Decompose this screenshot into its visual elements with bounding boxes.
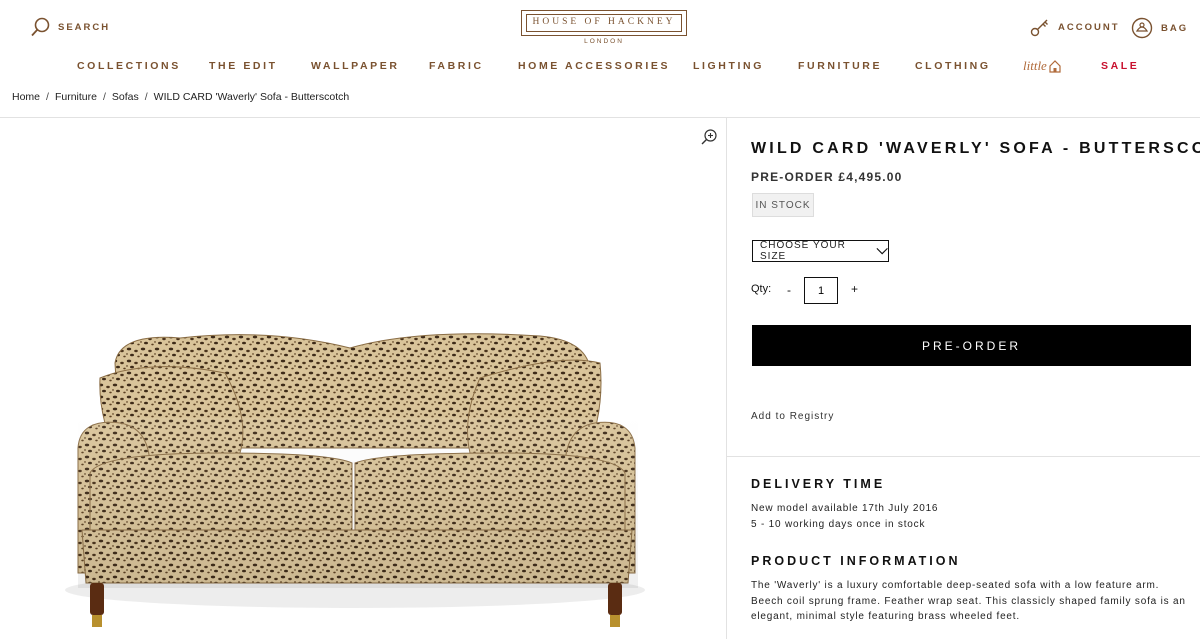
nav-item-wallpaper[interactable]: WALLPAPER: [311, 60, 400, 72]
nav-item-little[interactable]: little: [1023, 58, 1061, 74]
bag-button[interactable]: BAG: [1131, 17, 1188, 39]
product-image[interactable]: [0, 118, 726, 639]
main-nav: COLLECTIONS THE EDIT WALLPAPER FABRIC HO…: [0, 58, 1200, 76]
chevron-down-icon: [876, 247, 888, 255]
divider: [726, 117, 727, 639]
preorder-button[interactable]: PRE-ORDER: [752, 325, 1191, 366]
size-select[interactable]: CHOOSE YOUR SIZE: [752, 240, 889, 262]
nav-item-collections[interactable]: COLLECTIONS: [77, 60, 181, 72]
logo-subtitle: LONDON: [584, 38, 624, 45]
search-label: SEARCH: [58, 21, 111, 33]
account-button[interactable]: ACCOUNT: [1030, 17, 1120, 37]
search-button[interactable]: SEARCH: [30, 17, 110, 37]
product-title: WILD CARD 'WAVERLY' SOFA - BUTTERSCOTCH: [751, 140, 1200, 157]
nav-item-sale[interactable]: SALE: [1101, 60, 1139, 72]
breadcrumb-separator: /: [102, 91, 106, 103]
sofa-image: [65, 333, 645, 627]
product-info-heading: PRODUCT INFORMATION: [751, 554, 961, 568]
qty-increase-button[interactable]: +: [851, 282, 858, 296]
nav-item-furniture[interactable]: FURNITURE: [798, 60, 882, 72]
breadcrumb: Home / Furniture / Sofas / WILD CARD 'Wa…: [12, 91, 349, 103]
add-to-registry-link[interactable]: Add to Registry: [751, 411, 834, 422]
breadcrumb-separator: /: [46, 91, 49, 103]
product-price: PRE-ORDER £4,495.00: [751, 170, 903, 184]
bag-label: BAG: [1161, 22, 1189, 34]
breadcrumb-home[interactable]: Home: [12, 91, 40, 103]
nav-item-fabric[interactable]: FABRIC: [429, 60, 484, 72]
stock-badge: IN STOCK: [752, 193, 814, 217]
delivery-heading: DELIVERY TIME: [751, 477, 886, 491]
qty-label: Qty:: [751, 283, 772, 295]
nav-item-home-accessories[interactable]: HOME ACCESSORIES: [518, 60, 670, 72]
breadcrumb-sofas[interactable]: Sofas: [112, 91, 139, 103]
divider: [727, 456, 1200, 457]
header: SEARCH HOUSE OF HACKNEY LONDON ACCOUNT B…: [0, 0, 1200, 56]
logo-frame: HOUSE OF HACKNEY: [521, 10, 687, 36]
qty-input[interactable]: [804, 277, 838, 304]
product-description: The 'Waverly' is a luxury comfortable de…: [751, 580, 1186, 622]
size-select-label: CHOOSE YOUR SIZE: [760, 240, 846, 262]
logo-title: HOUSE OF HACKNEY: [532, 17, 676, 27]
nav-item-lighting[interactable]: LIGHTING: [693, 60, 764, 72]
delivery-line-1: New model available 17th July 2016: [751, 503, 939, 514]
key-icon: [1030, 19, 1048, 37]
little-label: little: [1023, 58, 1047, 73]
bag-icon: [1131, 17, 1153, 39]
breadcrumb-furniture[interactable]: Furniture: [55, 91, 97, 103]
breadcrumb-current: WILD CARD 'Waverly' Sofa - Butterscotch: [153, 91, 350, 103]
qty-decrease-button[interactable]: -: [787, 283, 791, 297]
nav-item-the-edit[interactable]: THE EDIT: [209, 60, 278, 72]
account-label: ACCOUNT: [1058, 21, 1120, 33]
nav-item-clothing[interactable]: CLOTHING: [915, 60, 991, 72]
house-icon: [1049, 59, 1061, 73]
breadcrumb-separator: /: [144, 91, 148, 103]
search-icon: [31, 17, 50, 37]
delivery-line-2: 5 - 10 working days once in stock: [751, 519, 926, 530]
logo[interactable]: HOUSE OF HACKNEY LONDON: [519, 10, 689, 50]
zoom-in-icon[interactable]: [700, 128, 718, 146]
